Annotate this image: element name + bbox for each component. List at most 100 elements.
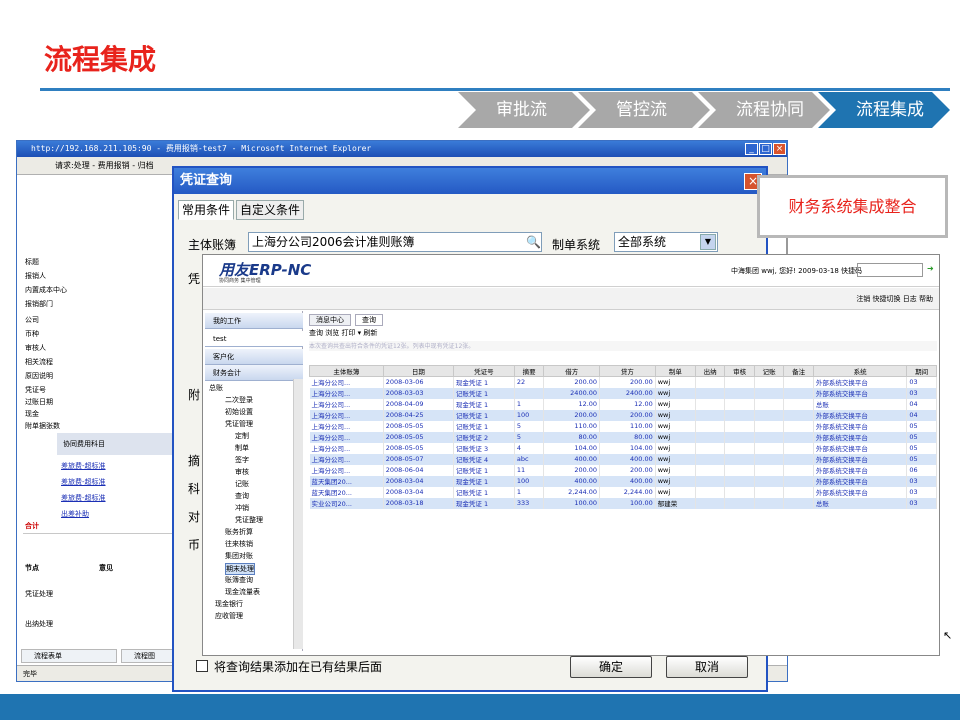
erp-command-bar[interactable]: 查询 浏览 打印 ▾ 刷新	[309, 328, 377, 338]
close-icon[interactable]: ×	[773, 143, 786, 155]
tree-node[interactable]: 总账	[209, 383, 223, 393]
grid-cell: 04	[906, 409, 937, 421]
voucher-row[interactable]: 蓝天集团20... 2008-03-04 记账凭证 1 1 2,244.00 2,244.…	[309, 486, 937, 498]
expense-link[interactable]: 差旅费-超标准	[61, 477, 106, 487]
grid-cell: 总账	[813, 398, 908, 410]
grid-cell: 200.00	[599, 464, 656, 476]
tree-node[interactable]: 定制	[235, 431, 249, 441]
column-header[interactable]: 贷方	[599, 365, 656, 377]
maximize-icon[interactable]: □	[759, 143, 772, 155]
column-header[interactable]: 期间	[906, 365, 937, 377]
voucher-row[interactable]: 上海分公司... 2008-05-05 记账凭证 2 5 80.00 80.00 wwj 外部…	[309, 431, 937, 443]
column-header[interactable]: 记账	[753, 365, 785, 377]
grid-cell	[724, 442, 755, 454]
grid-cell: 实业公司20...	[309, 497, 384, 509]
voucher-row[interactable]: 上海分公司... 2008-05-05 记账凭证 3 4 104.00 104.00 wwj…	[309, 442, 937, 454]
field-label: 标题	[25, 258, 39, 266]
tree-node-selected[interactable]: 期末处理	[225, 563, 255, 575]
grid-cell: 记账凭证 2	[453, 431, 515, 443]
voucher-row[interactable]: 上海分公司... 2008-04-09 现金凭证 1 1 12.00 12.00 wwj 总账…	[309, 398, 937, 410]
column-header[interactable]: 主体账簿	[309, 365, 384, 377]
tab-flow-chart[interactable]: 流程图	[121, 649, 173, 663]
tree-node[interactable]: 凭证整理	[235, 515, 263, 525]
column-header[interactable]: 出纳	[694, 365, 726, 377]
tab-custom-conditions[interactable]: 自定义条件	[236, 200, 305, 220]
tree-node[interactable]: 往来核销	[225, 539, 253, 549]
column-header[interactable]: 凭证号	[452, 365, 515, 377]
tree-node[interactable]: 应收管理	[215, 611, 243, 621]
tree-scrollbar[interactable]	[293, 379, 303, 649]
field-label: 原因说明	[25, 372, 53, 380]
chevron-down-icon[interactable]: ▼	[700, 234, 716, 250]
voucher-row[interactable]: 上海分公司... 2008-05-07 记账凭证 4 abc 400.00 400.00 w…	[309, 453, 937, 465]
column-header[interactable]: 备注	[783, 365, 814, 377]
grid-cell: 1	[514, 486, 545, 498]
opinion-label: 意见	[99, 564, 113, 572]
grid-cell: 2008-06-04	[383, 464, 454, 476]
voucher-row[interactable]: 实业公司20... 2008-03-18 现金凭证 1 333 100.00 100.00…	[309, 497, 937, 509]
voucher-row[interactable]: 蓝天集团20... 2008-03-04 现金凭证 1 100 400.00 400.00…	[309, 475, 937, 487]
sidebar-customization[interactable]: 客户化	[205, 349, 303, 365]
voucher-row[interactable]: 上海分公司... 2008-05-05 记账凭证 1 5 110.00 110.00 wwj…	[309, 420, 937, 432]
tree-node[interactable]: 账簿查询	[225, 575, 253, 585]
grid-cell: 03	[906, 475, 937, 487]
grid-cell	[783, 387, 814, 399]
column-header[interactable]: 系统	[812, 365, 908, 377]
sidebar-finance[interactable]: 财务会计	[205, 365, 303, 381]
tab-query[interactable]: 查询	[355, 314, 383, 326]
tree-node[interactable]: 签字	[235, 455, 249, 465]
grid-cell: 200.00	[599, 409, 656, 421]
expense-link[interactable]: 差旅费-超标准	[61, 461, 106, 471]
grid-cell: 100	[514, 475, 545, 487]
voucher-row[interactable]: 上海分公司... 2008-06-04 记账凭证 1 11 200.00 200.00 ww…	[309, 464, 937, 476]
tree-node[interactable]: 现金银行	[215, 599, 243, 609]
ledger-input[interactable]: 上海分公司2006会计准则账簿	[248, 232, 542, 252]
go-icon[interactable]: ➜	[927, 264, 934, 273]
tree-node[interactable]: 初始设置	[225, 407, 253, 417]
tree-node[interactable]: 查询	[235, 491, 249, 501]
tree-node[interactable]: 账务折算	[225, 527, 253, 537]
tab-common-conditions[interactable]: 常用条件	[178, 200, 235, 220]
footer-bar	[0, 694, 960, 720]
grid-cell: 333	[514, 497, 545, 509]
tree-node[interactable]: 审核	[235, 467, 249, 477]
erp-top-links[interactable]: 注销 快捷切换 日志 帮助	[203, 288, 939, 310]
voucher-row[interactable]: 上海分公司... 2008-04-25 记账凭证 1 100 200.00 200.00 w…	[309, 409, 937, 421]
column-header[interactable]: 摘要	[513, 365, 545, 377]
tree-node[interactable]: 记账	[235, 479, 249, 489]
column-header[interactable]: 日期	[382, 365, 454, 377]
sidebar-my-work[interactable]: 我的工作	[205, 313, 303, 329]
quick-code-input[interactable]	[857, 263, 923, 277]
erp-header: 用友ERP-NC 协同商务 集中管理 中海集团 wwj, 您好! 2009-03…	[203, 255, 939, 287]
tab-flow-form[interactable]: 流程表单	[21, 649, 117, 663]
grid-cell: 400.00	[599, 475, 656, 487]
grid-cell: 2008-05-05	[383, 442, 454, 454]
column-header[interactable]: 借方	[543, 365, 601, 377]
append-checkbox[interactable]	[196, 660, 208, 672]
tree-node[interactable]: 二次登录	[225, 395, 253, 405]
search-icon[interactable]: 🔍	[526, 235, 541, 249]
minimize-icon[interactable]: _	[745, 143, 758, 155]
grid-cell: 外部系统交换平台	[813, 376, 908, 388]
sidebar-test[interactable]: test	[205, 331, 303, 347]
tree-node[interactable]: 现金流量表	[225, 587, 260, 597]
tree-node[interactable]: 制单	[235, 443, 249, 453]
tree-node[interactable]: 冲销	[235, 503, 249, 513]
voucher-row[interactable]: 上海分公司... 2008-03-06 现金凭证 1 22 200.00 200.00 ww…	[309, 376, 937, 388]
tree-node[interactable]: 集团对账	[225, 551, 253, 561]
partial-label: 币	[188, 538, 201, 552]
grid-cell: 11	[514, 464, 545, 476]
expense-link[interactable]: 差旅费-超标准	[61, 493, 106, 503]
ok-button[interactable]: 确定	[570, 656, 652, 678]
column-header[interactable]: 制单	[654, 365, 696, 377]
grid-cell: 外部系统交换平台	[813, 387, 908, 399]
cancel-button[interactable]: 取消	[666, 656, 748, 678]
grid-cell: 104.00	[543, 442, 601, 454]
tab-message-center[interactable]: 消息中心	[309, 314, 351, 326]
expense-link[interactable]: 出差补助	[61, 509, 89, 519]
column-header[interactable]: 审核	[724, 365, 755, 377]
grid-cell: 03	[906, 376, 937, 388]
tree-node[interactable]: 凭证管理	[225, 419, 253, 429]
grid-cell	[695, 486, 726, 498]
voucher-row[interactable]: 上海分公司... 2008-03-03 记账凭证 1 2400.00 2400.00 ww…	[309, 387, 937, 399]
